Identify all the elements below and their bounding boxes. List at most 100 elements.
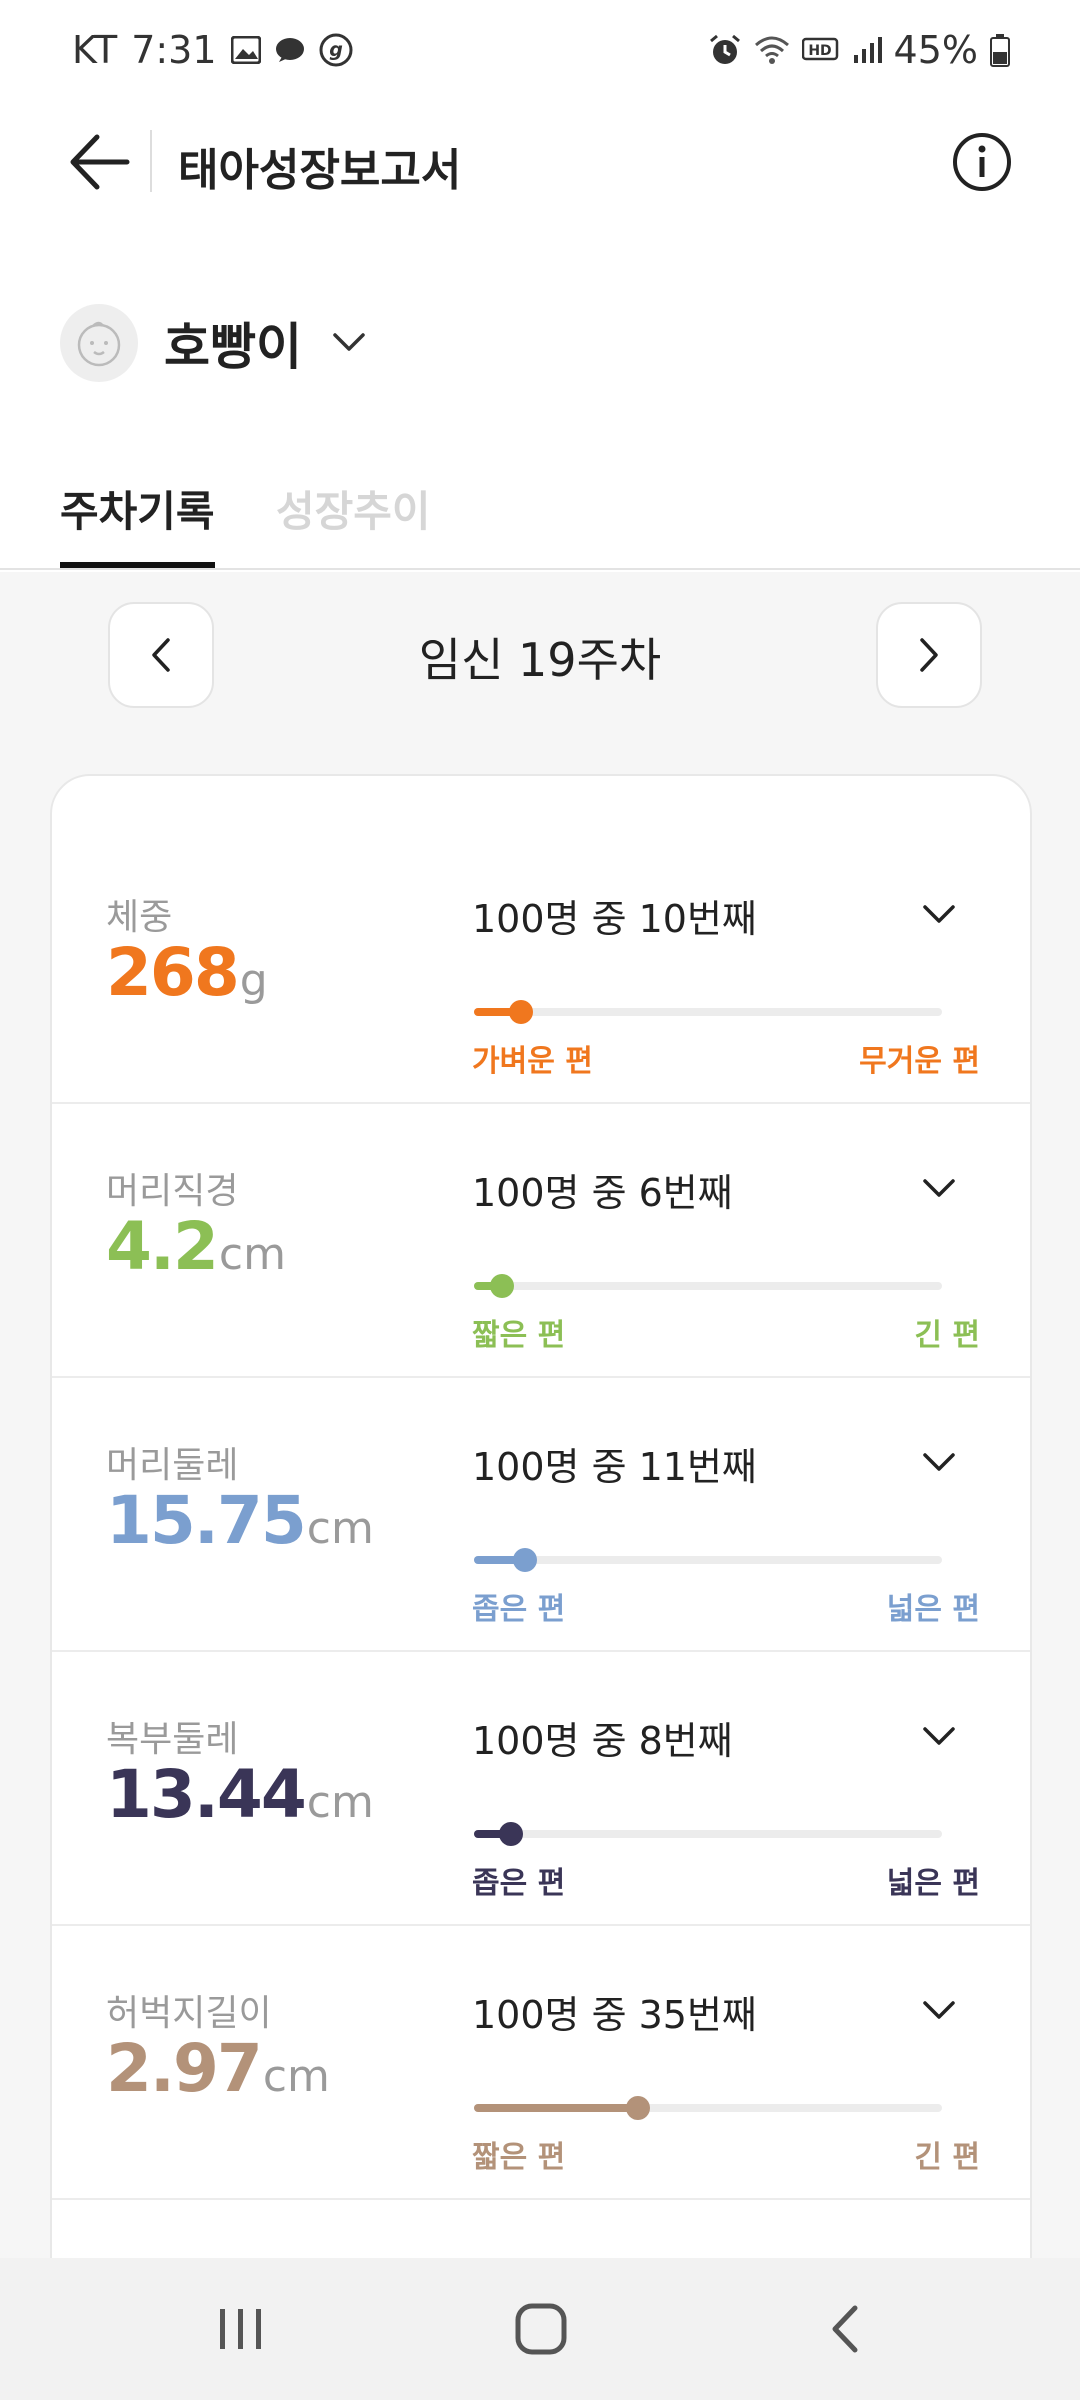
hd-voice-icon: HD [801,36,840,64]
metric-name: 머리둘레 [106,1445,239,1486]
signal-icon [852,35,882,65]
arrow-left-icon [70,134,130,190]
baby-selector[interactable]: 호빵이 [60,302,366,384]
metric-number: 268 [106,934,240,1011]
expand-button[interactable] [904,1154,974,1224]
expand-button[interactable] [904,880,974,950]
scale-low-label: 좁은 편 [472,1866,566,1901]
system-back-button[interactable] [800,2294,890,2364]
home-button[interactable] [496,2294,586,2364]
baby-face-icon [77,321,121,367]
metric-number: 13.44 [106,1756,307,1833]
battery-percent: 45% [893,28,978,72]
metric-number: 2.97 [106,2030,263,2107]
tab-bar: 주차기록 성장추이 [0,470,1080,570]
content-area: 임신 19주차 체중 268 g 100명 중 10번째 가벼운 편 무거운 편… [0,572,1080,2258]
percentile-track [474,1000,942,1024]
page-title: 태아성장보고서 [178,145,462,196]
metric-row-abdominal-circumference: 복부둘레 13.44 cm 100명 중 8번째 좁은 편 넓은 편 [52,1652,1030,1926]
svg-text:HD: HD [808,43,831,59]
info-button[interactable] [942,122,1022,202]
tab-active-indicator [60,562,215,568]
metric-row-head-circumference: 머리둘레 15.75 cm 100명 중 11번째 좁은 편 넓은 편 [52,1378,1030,1652]
percentile-track [474,1548,942,1572]
metric-unit: cm [262,2051,330,2102]
scale-high-label: 무거운 편 [859,1044,980,1079]
percentile-knob [499,1822,524,1846]
metric-name: 체중 [106,897,173,938]
status-bar: KT 7:31 g HD 45% [0,0,1080,100]
percentile-knob [625,2096,650,2120]
app-bar-divider [150,130,152,192]
back-button[interactable] [60,122,140,202]
metric-number: 4.2 [106,1208,219,1285]
recent-apps-button[interactable] [196,2294,286,2364]
metric-rank: 100명 중 35번째 [472,1993,757,2037]
percentile-knob [513,1548,538,1572]
scale-low-label: 짧은 편 [472,1318,566,1353]
expand-button[interactable] [904,1428,974,1498]
metric-rank: 100명 중 10번째 [472,897,757,941]
percentile-track [474,2096,942,2120]
g-app-icon: g [319,33,353,67]
chevron-down-icon [923,2001,955,2019]
chevron-right-icon [920,638,938,672]
carrier-label: KT [72,28,118,72]
battery-icon [990,33,1010,67]
week-navigator: 임신 19주차 [0,602,1080,708]
gallery-icon [230,36,261,64]
home-icon [515,2303,567,2355]
tab-growth-trend[interactable]: 성장추이 [276,478,431,539]
metric-rank: 100명 중 6번째 [472,1171,733,1215]
metric-unit: cm [218,1229,286,1280]
metric-rank: 100명 중 11번째 [472,1445,757,1489]
wifi-icon [754,35,790,65]
metric-unit: g [239,955,268,1006]
tab-weekly-record[interactable]: 주차기록 [60,478,215,539]
percentile-knob [508,1000,533,1024]
app-bar: 태아성장보고서 [0,100,1080,225]
status-left: KT 7:31 g [72,28,353,72]
metric-value: 268 g [106,934,268,1011]
screen: KT 7:31 g HD 45% 태아성장보고서 호빵이 주차기록 성장추이 임… [0,0,1080,2400]
metric-value: 4.2 cm [106,1208,286,1285]
metric-name: 복부둘레 [106,1719,239,1760]
scale-low-label: 짧은 편 [472,2140,566,2175]
chevron-down-icon [923,1727,955,1745]
alarm-icon [708,33,742,67]
expand-button[interactable] [904,1702,974,1772]
metric-value: 2.97 cm [106,2030,330,2107]
expand-button[interactable] [904,1976,974,2046]
metric-name: 허벅지길이 [106,1993,272,2034]
metric-unit: cm [306,1777,374,1828]
system-nav-bar [0,2258,1080,2400]
metric-unit: cm [306,1503,374,1554]
scale-high-label: 긴 편 [914,2140,980,2175]
metric-value: 13.44 cm [106,1756,374,1833]
chevron-down-icon [923,1453,955,1471]
percentile-knob [490,1274,515,1298]
scale-high-label: 긴 편 [914,1318,980,1353]
metric-row-head-diameter: 머리직경 4.2 cm 100명 중 6번째 짧은 편 긴 편 [52,1104,1030,1378]
svg-text:g: g [329,39,343,61]
growth-report-card: 체중 268 g 100명 중 10번째 가벼운 편 무거운 편 머리직경 4.… [50,774,1032,2258]
metric-rank: 100명 중 8번째 [472,1719,733,1763]
chevron-down-icon [923,905,955,923]
percentile-fill [474,2104,638,2112]
baby-name: 호빵이 [164,318,302,376]
clock: 7:31 [131,28,217,72]
scale-low-label: 가벼운 편 [472,1044,593,1079]
info-icon [953,133,1011,191]
chevron-down-icon [923,1179,955,1197]
metric-value: 15.75 cm [106,1482,374,1559]
scale-low-label: 좁은 편 [472,1592,566,1627]
percentile-track [474,1822,942,1846]
recent-apps-icon [220,2309,261,2349]
scale-high-label: 넓은 편 [886,1592,980,1627]
scale-high-label: 넓은 편 [886,1866,980,1901]
back-chevron-icon [832,2305,858,2353]
metric-row-femur-length: 허벅지길이 2.97 cm 100명 중 35번째 짧은 편 긴 편 [52,1926,1030,2200]
metric-number: 15.75 [106,1482,307,1559]
next-week-button[interactable] [876,602,982,708]
percentile-track [474,1274,942,1298]
